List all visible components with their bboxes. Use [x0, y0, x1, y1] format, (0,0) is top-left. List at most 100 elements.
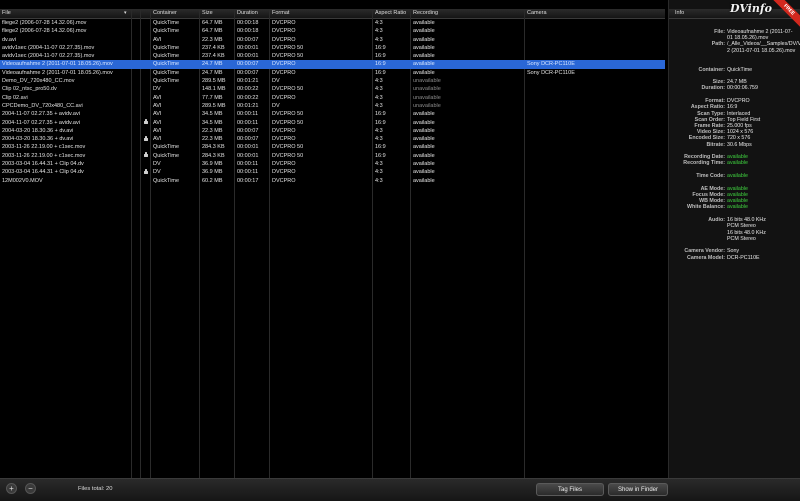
table-row[interactable]: 2003-03-04 16.44.31 + Clip 04.dv DV 36.9 M…: [0, 160, 665, 168]
column-header-aspect-ratio[interactable]: Aspect Ratio: [373, 9, 410, 18]
table-row[interactable]: 2004-11-07 02.27.35 + avidv.avi AVI 34.5 M…: [0, 110, 665, 118]
cell-size: 36.9 MB: [202, 169, 223, 176]
cell-container: QuickTime: [153, 28, 180, 35]
cell-recording: available: [413, 53, 435, 60]
table-row[interactable]: 2004-11-07 02.27.35 + avidv.avi AVI 34.5 M…: [0, 119, 665, 127]
cell-recording: available: [413, 152, 435, 159]
cell-format: DVCPRO: [272, 94, 296, 101]
info-value: available: [727, 160, 748, 167]
cell-size: 34.5 MB: [202, 111, 223, 118]
table-row[interactable]: Videoaufnahme 2 (2011-07-01 18.05.26).mo…: [0, 69, 665, 77]
remove-file-button[interactable]: −: [25, 483, 36, 494]
cell-camera: Sony DCR-PC110E: [527, 69, 575, 76]
cell-format: DVCPRO: [272, 169, 296, 176]
cell-recording: available: [413, 177, 435, 184]
info-value: DCR-PC110E: [727, 254, 760, 261]
table-row[interactable]: 2003-03-04 16.44.31 + Clip 04.dv DV 36.9 M…: [0, 168, 665, 176]
files-total-label: Files total: 20: [78, 486, 113, 492]
info-panel: Info File: Videoaufnahme 2 (2011-07-01 18…: [668, 0, 800, 478]
show-in-finder-button[interactable]: Show in Finder: [608, 483, 668, 496]
cell-format: DVCPRO: [272, 177, 296, 184]
info-label: Bitrate:: [706, 141, 725, 148]
lock-icon: [144, 168, 148, 174]
cell-size: 22.3 MB: [202, 127, 223, 134]
cell-duration: 00:00:11: [237, 169, 259, 176]
cell-file: 2003-11-26 22.19.00 + c1sec.mov: [2, 152, 86, 159]
cell-container: AVI: [153, 127, 162, 134]
lock-icon: [144, 119, 148, 125]
add-file-button[interactable]: +: [6, 483, 17, 494]
plus-icon: +: [9, 484, 14, 493]
cell-format: DVCPRO: [272, 161, 296, 168]
column-header-recording[interactable]: Recording: [411, 9, 524, 18]
cell-aspect-ratio: 4:3: [375, 36, 383, 43]
info-title: Info: [675, 10, 685, 16]
cell-aspect-ratio: 4:3: [375, 136, 383, 143]
column-header-file[interactable]: File: [0, 9, 130, 18]
table-row[interactable]: 2004-03-20 18.30.36 + dv.avi AVI 22.3 MB 00…: [0, 135, 665, 143]
cell-file: 2003-03-04 16.44.31 + Clip 04.dv: [2, 161, 84, 168]
table-row[interactable]: CPCDemo_DV_720x480_CC.avi AVI 289.5 MB 00:0…: [0, 102, 665, 110]
cell-container: QuickTime: [153, 53, 180, 60]
column-header-camera[interactable]: Camera: [525, 9, 665, 18]
cell-container: AVI: [153, 119, 162, 126]
cell-format: DVCPRO 50: [272, 152, 304, 159]
cell-format: DVCPRO 50: [272, 53, 304, 60]
cell-recording: available: [413, 36, 435, 43]
info-label: Duration:: [701, 85, 725, 92]
table-row[interactable]: Videoaufnahme 2 (2011-07-01 18.05.26).mo…: [0, 60, 665, 69]
cell-container: QuickTime: [153, 78, 180, 85]
table-row[interactable]: 2004-03-20 18.30.36 + dv.avi AVI 22.3 MB 00…: [0, 127, 665, 135]
cell-file: Clip 02.avi: [2, 94, 28, 101]
column-header-duration[interactable]: Duration: [235, 9, 269, 18]
cell-duration: 00:00:22: [237, 94, 259, 101]
column-header-format[interactable]: Format: [270, 9, 372, 18]
cell-recording: available: [413, 169, 435, 176]
info-label: File:: [714, 29, 725, 35]
column-header-size[interactable]: Size: [200, 9, 234, 18]
cell-aspect-ratio: 4:3: [375, 169, 383, 176]
table-row[interactable]: Clip 02.avi AVI 77.7 MB 00:00:22 DVCPRO 4:3 un…: [0, 94, 665, 102]
cell-duration: 00:00:01: [237, 152, 259, 159]
cell-duration: 00:00:01: [237, 144, 259, 151]
info-label: Path:: [711, 41, 725, 48]
cell-file: Clip 02_ntsc_pro50.dv: [2, 86, 57, 93]
table-row[interactable]: 12M002V0.MOV QuickTime 60.2 MB 00:00:17 DVCP…: [0, 177, 665, 185]
cell-duration: 00:00:11: [237, 161, 259, 168]
table-row[interactable]: 2003-11-26 22.19.00 + c1sec.mov QuickTime…: [0, 143, 665, 151]
cell-duration: 00:00:07: [237, 127, 259, 134]
cell-size: 284.3 KB: [202, 152, 225, 159]
table-row[interactable]: fliege2 (2006-07-28 14.32.06).mov QuickTi…: [0, 27, 665, 35]
bottom-toolbar: + − Files total: 20 Tag Files Show in Fi…: [0, 478, 800, 501]
table-row[interactable]: Demo_DV_720x480_CC.mov QuickTime 289.5 MB 0…: [0, 77, 665, 85]
cell-container: QuickTime: [153, 61, 180, 68]
cell-aspect-ratio: 16:9: [375, 119, 386, 126]
cell-recording: unavailable: [413, 86, 441, 93]
cell-duration: 00:00:18: [237, 28, 259, 35]
sort-chevron-icon[interactable]: ▾: [122, 9, 130, 18]
cell-recording: available: [413, 111, 435, 118]
cell-size: 36.9 MB: [202, 161, 223, 168]
table-row[interactable]: Clip 02_ntsc_pro50.dv DV 148.1 MB 00:00:22 D…: [0, 85, 665, 93]
cell-file: fliege2 (2006-07-28 14.32.06).mov: [2, 20, 87, 26]
table-row[interactable]: fliege2 (2006-07-28 14.32.06).mov QuickTi…: [0, 19, 665, 27]
cell-format: DVCPRO 50: [272, 119, 304, 126]
cell-size: 60.2 MB: [202, 177, 223, 184]
cell-file: avidv1sec (2004-11-07 02.27.35).mov: [2, 53, 95, 60]
column-header-container[interactable]: Container: [151, 9, 199, 18]
cell-format: DVCPRO: [272, 36, 296, 43]
cell-format: DVCPRO: [272, 28, 296, 35]
table-row[interactable]: avidv1sec (2004-11-07 02.27.35).mov Quick…: [0, 52, 665, 60]
dvinfo-logo: DVinfo FREE: [730, 0, 800, 30]
table-row[interactable]: avidv1sec (2004-11-07 02.27.35).mov Quick…: [0, 44, 665, 52]
tag-files-button[interactable]: Tag Files: [536, 483, 604, 496]
cell-duration: 00:00:18: [237, 20, 259, 26]
cell-recording: available: [413, 136, 435, 143]
cell-size: 64.7 MB: [202, 28, 223, 35]
cell-format: DVCPRO 50: [272, 86, 304, 93]
cell-recording: available: [413, 28, 435, 35]
table-row[interactable]: 2003-11-26 22.19.00 + c1sec.mov QuickTime…: [0, 152, 665, 160]
table-row[interactable]: dv.avi AVI 22.3 MB 00:00:07 DVCPRO 4:3 availab…: [0, 36, 665, 44]
lock-icon: [144, 152, 148, 158]
cell-size: 148.1 MB: [202, 86, 226, 93]
